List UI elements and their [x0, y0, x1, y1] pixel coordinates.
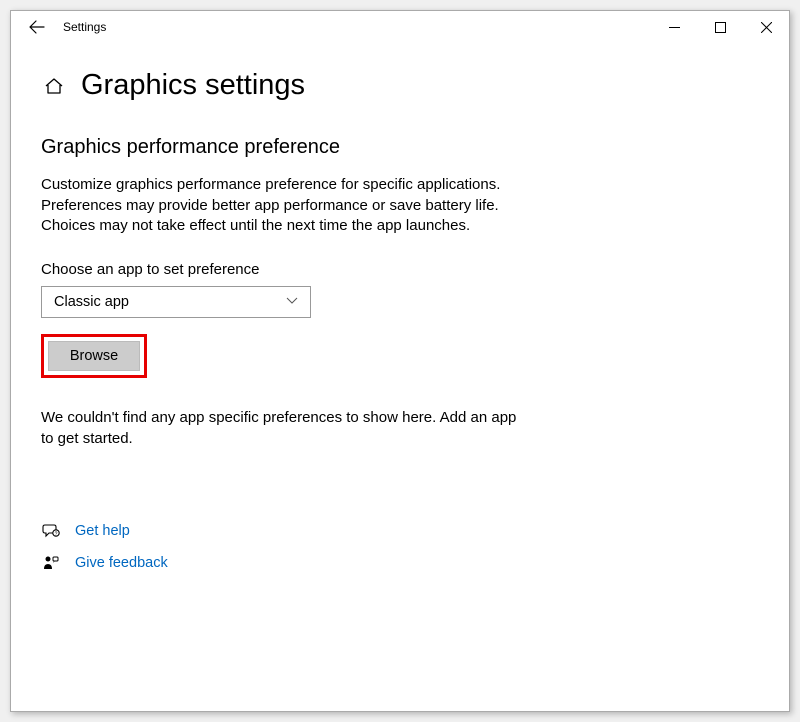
chevron-down-icon	[286, 293, 298, 311]
window-title: Settings	[63, 20, 106, 34]
back-arrow-icon	[29, 19, 45, 35]
svg-text:?: ?	[55, 532, 58, 538]
home-button[interactable]	[43, 75, 65, 97]
close-button[interactable]	[743, 11, 789, 43]
get-help-link[interactable]: ? Get help	[41, 521, 759, 541]
give-feedback-link[interactable]: Give feedback	[41, 553, 759, 573]
maximize-icon	[715, 22, 726, 33]
window-controls	[651, 11, 789, 43]
choose-app-label: Choose an app to set preference	[41, 261, 759, 278]
empty-state-line-2: to get started.	[41, 429, 601, 450]
close-icon	[761, 22, 772, 33]
section-heading: Graphics performance preference	[41, 136, 759, 159]
highlight-annotation: Browse	[41, 334, 147, 378]
feedback-person-icon	[41, 553, 61, 573]
description-line-1: Customize graphics performance preferenc…	[41, 175, 759, 196]
minimize-button[interactable]	[651, 11, 697, 43]
app-type-dropdown[interactable]: Classic app	[41, 286, 311, 318]
page-header: Graphics settings	[41, 69, 759, 102]
dropdown-selected-value: Classic app	[54, 294, 129, 310]
help-chat-icon: ?	[41, 521, 61, 541]
help-links-section: ? Get help Give feedback	[41, 521, 759, 573]
empty-state-line-1: We couldn't find any app specific prefer…	[41, 408, 601, 429]
home-icon	[44, 76, 64, 96]
empty-state-message: We couldn't find any app specific prefer…	[41, 408, 601, 449]
browse-button[interactable]: Browse	[48, 341, 140, 371]
page-title: Graphics settings	[81, 69, 305, 102]
get-help-label: Get help	[75, 523, 130, 539]
minimize-icon	[669, 22, 680, 33]
description-line-3: Choices may not take effect until the ne…	[41, 216, 759, 237]
description-line-2: Preferences may provide better app perfo…	[41, 196, 759, 217]
titlebar: Settings	[11, 11, 789, 43]
content-area: Graphics settings Graphics performance p…	[11, 43, 789, 605]
maximize-button[interactable]	[697, 11, 743, 43]
give-feedback-label: Give feedback	[75, 555, 168, 571]
back-button[interactable]	[19, 11, 55, 43]
settings-window: Settings	[10, 10, 790, 712]
